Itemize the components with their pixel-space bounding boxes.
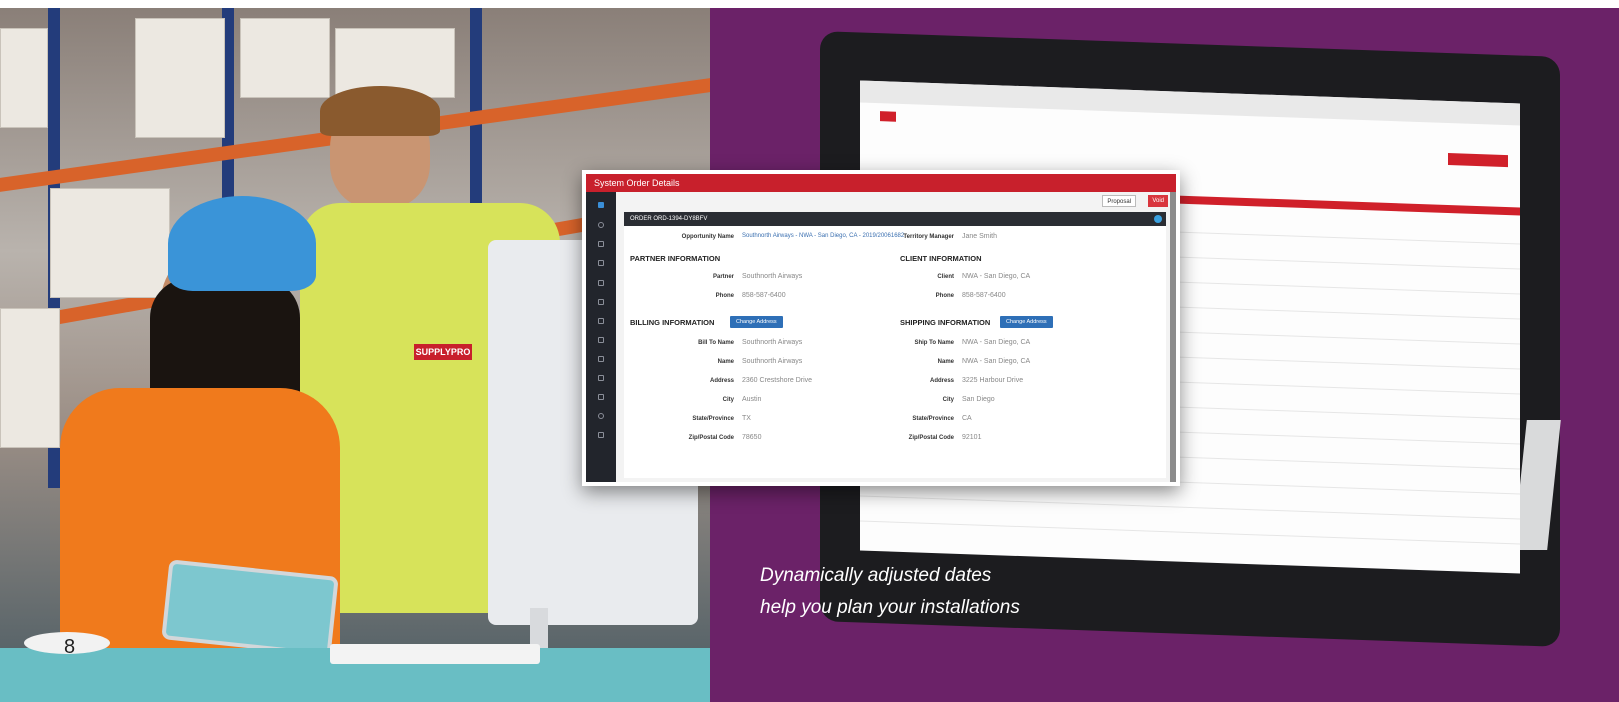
partner-section-title: PARTNER INFORMATION — [630, 254, 721, 263]
info-icon[interactable] — [1154, 215, 1162, 223]
shipping-field-label: City — [942, 397, 954, 403]
client-value: NWA - San Diego, CA — [962, 273, 1031, 280]
client-phone-label: Phone — [935, 293, 954, 299]
partner-label: Partner — [712, 274, 734, 280]
opportunity-label: Opportunity Name — [681, 234, 734, 240]
lock-icon[interactable] — [598, 260, 604, 266]
settings-icon[interactable] — [598, 241, 604, 247]
hard-hat — [168, 196, 316, 291]
billing-field-label: City — [722, 397, 734, 403]
partner-phone: 858-587-6400 — [742, 292, 786, 299]
shipping-field-label: Ship To Name — [914, 340, 954, 346]
partner-value: Southnorth Airways — [742, 273, 803, 280]
caption-line-2: help you plan your installations — [760, 597, 1020, 618]
users-icon[interactable] — [598, 318, 604, 324]
shipping-field-value: San Diego — [962, 396, 995, 403]
billing-field-label: Bill To Name — [698, 340, 734, 346]
billing-field-value: 78650 — [742, 434, 762, 441]
brochure-page: SUPPLYPRO 8 System Order Details Proposa… — [0, 0, 1619, 702]
toolbar: Proposal Void — [616, 192, 1176, 210]
shipping-field-value: NWA - San Diego, CA — [962, 358, 1031, 365]
shipping-field-value: 92101 — [962, 434, 982, 441]
shipping-section-title: SHIPPING INFORMATION — [900, 318, 991, 327]
scrollbar[interactable] — [1170, 192, 1176, 482]
billing-field-label: Address — [709, 378, 734, 384]
shipping-field-label: Zip/Postal Code — [908, 435, 954, 441]
circle-icon[interactable] — [598, 222, 604, 228]
territory-value: Jane Smith — [962, 233, 998, 240]
archive-icon[interactable] — [598, 432, 604, 438]
keyboard — [330, 644, 540, 664]
order-details-window: System Order Details Proposal Void ORDER… — [582, 170, 1180, 486]
storage-box — [50, 188, 170, 298]
shipping-field-value: NWA - San Diego, CA — [962, 339, 1031, 346]
caption: Dynamically adjusted dates help you plan… — [760, 560, 1020, 624]
table-header-bar — [1160, 194, 1520, 216]
box-icon[interactable] — [598, 394, 604, 400]
proposal-button[interactable]: Proposal — [1102, 195, 1136, 207]
caption-line-1: Dynamically adjusted dates — [760, 565, 992, 586]
order-content: Opportunity Name Southnorth Airways - NW… — [624, 226, 1166, 478]
billing-field-label: Name — [717, 359, 734, 365]
client-section-title: CLIENT INFORMATION — [900, 254, 982, 263]
client-label: Client — [937, 274, 954, 280]
void-button[interactable]: Void — [1148, 195, 1168, 207]
storage-box — [240, 18, 330, 98]
order-id: ORDER ORD-1394-DY8BFV — [630, 216, 708, 222]
billing-field-value: Southnorth Airways — [742, 339, 803, 346]
vest-logo: SUPPLYPRO — [414, 344, 472, 360]
sidebar — [586, 192, 616, 482]
window-title: System Order Details — [586, 174, 1176, 192]
partner-phone-label: Phone — [715, 293, 734, 299]
storage-box — [0, 28, 48, 128]
billing-change-address-button[interactable]: Change Address — [730, 316, 783, 328]
shipping-field-label: Address — [929, 378, 954, 384]
shipping-field-label: State/Province — [912, 416, 954, 422]
shipping-field-value: 3225 Harbour Drive — [962, 377, 1024, 384]
window-body: Proposal Void ORDER ORD-1394-DY8BFV Oppo… — [586, 192, 1176, 482]
territory-label: Territory Manager — [903, 234, 954, 240]
storage-box — [0, 308, 60, 448]
calendar-icon[interactable] — [598, 356, 604, 362]
billing-field-label: Zip/Postal Code — [688, 435, 734, 441]
storage-box — [135, 18, 225, 138]
app-logo — [880, 111, 896, 122]
page-number: 8 — [64, 636, 76, 658]
sound-icon[interactable] — [598, 299, 604, 305]
billing-field-value: 2360 Crestshore Drive — [742, 377, 813, 384]
brand-badge — [1448, 153, 1508, 168]
shipping-field-value: CA — [962, 415, 972, 422]
man-hair — [320, 86, 440, 136]
client-phone: 858-587-6400 — [962, 292, 1006, 299]
billing-field-label: State/Province — [692, 416, 734, 422]
billing-section-title: BILLING INFORMATION — [630, 318, 715, 327]
order-header: ORDER ORD-1394-DY8BFV — [624, 212, 1166, 226]
list-icon[interactable] — [598, 375, 604, 381]
grid-icon[interactable] — [598, 202, 604, 208]
document-icon[interactable] — [598, 280, 604, 286]
clock-icon[interactable] — [598, 413, 604, 419]
shipping-change-address-button[interactable]: Change Address — [1000, 316, 1053, 328]
billing-field-value: Austin — [742, 396, 762, 403]
home-icon[interactable] — [598, 337, 604, 343]
shipping-field-label: Name — [937, 359, 954, 365]
billing-field-value: TX — [742, 415, 751, 422]
billing-field-value: Southnorth Airways — [742, 358, 803, 365]
